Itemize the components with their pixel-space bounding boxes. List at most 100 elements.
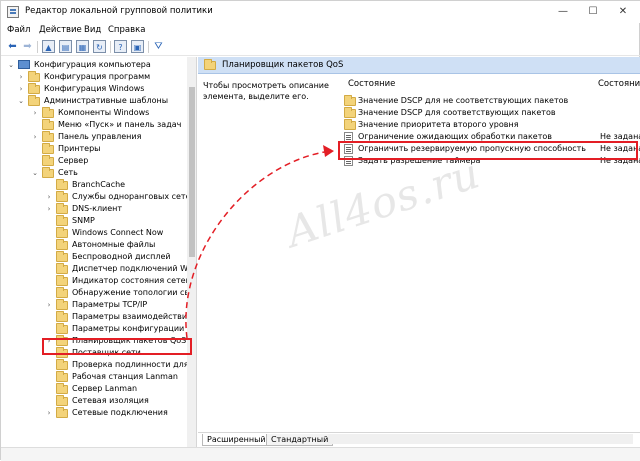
chevron-right-icon[interactable] xyxy=(45,383,53,395)
chevron-right-icon[interactable]: › xyxy=(45,299,53,311)
folder-icon xyxy=(28,71,40,82)
chevron-down-icon[interactable]: ⌄ xyxy=(7,59,15,71)
chevron-right-icon[interactable] xyxy=(45,323,53,335)
vertical-scrollbar[interactable] xyxy=(187,57,196,461)
highlight-frame-setting xyxy=(338,141,638,160)
chevron-right-icon[interactable]: › xyxy=(17,83,25,95)
column-header-state[interactable]: Состояние xyxy=(598,79,640,89)
chevron-right-icon[interactable] xyxy=(45,215,53,227)
tree-item-label: Индикатор состояния сетевог xyxy=(72,276,197,285)
tree-item-label: Сервер xyxy=(58,156,89,165)
tree-item[interactable]: Сетевая изоляция xyxy=(1,395,187,407)
tree-item-label: Компоненты Windows xyxy=(58,108,150,117)
chevron-right-icon[interactable]: › xyxy=(31,107,39,119)
tree-item[interactable]: › Панель управления xyxy=(1,131,187,143)
chevron-right-icon[interactable]: › xyxy=(31,131,39,143)
chevron-right-icon[interactable] xyxy=(45,227,53,239)
menu-view[interactable]: Вид xyxy=(84,25,101,35)
refresh-icon[interactable]: ↻ xyxy=(93,40,106,53)
chevron-right-icon[interactable] xyxy=(45,251,53,263)
tree-item[interactable]: Автономные файлы xyxy=(1,239,187,251)
filter-icon[interactable]: ⛛ xyxy=(152,40,165,53)
tree-item[interactable]: › Компоненты Windows xyxy=(1,107,187,119)
folder-up-icon[interactable]: ▲ xyxy=(42,40,55,53)
tree-item[interactable]: Параметры взаимодействия к xyxy=(1,311,196,323)
chevron-right-icon[interactable] xyxy=(45,239,53,251)
chevron-right-icon[interactable] xyxy=(45,287,53,299)
tab-extended[interactable]: Расширенный xyxy=(202,434,271,446)
chevron-right-icon[interactable] xyxy=(45,263,53,275)
scrollbar-thumb[interactable] xyxy=(189,87,195,257)
tree-item[interactable]: ⌄ Административные шаблоны xyxy=(1,95,187,107)
menu-file[interactable]: Файл xyxy=(7,25,30,35)
folder-icon xyxy=(56,191,68,202)
tree-item[interactable]: Сервер xyxy=(1,155,187,167)
folder-icon xyxy=(56,323,68,334)
chevron-right-icon[interactable]: › xyxy=(17,71,25,83)
toolbar-separator xyxy=(110,41,111,53)
menu-action[interactable]: Действие xyxy=(39,25,82,35)
tree-item[interactable]: › Службы одноранговых сетей xyxy=(1,191,196,203)
tree-item-label: Сервер Lanman xyxy=(72,384,138,393)
tree-item[interactable]: › Конфигурация программ xyxy=(1,71,187,83)
tree-item[interactable]: Windows Connect Now xyxy=(1,227,187,239)
tree-item[interactable]: ⌄ Сеть xyxy=(1,167,187,179)
chevron-right-icon[interactable] xyxy=(45,359,53,371)
arrow-right-icon[interactable]: ➡ xyxy=(21,40,34,53)
tree-item[interactable]: › Параметры TCP/IP xyxy=(1,299,187,311)
help-icon[interactable]: ? xyxy=(114,40,127,53)
chevron-right-icon[interactable] xyxy=(45,371,53,383)
setting-folder-row[interactable]: Значение DSCP для не соответствующих пак… xyxy=(344,95,640,107)
tree-item[interactable]: Меню «Пуск» и панель задач xyxy=(1,119,187,131)
chevron-down-icon[interactable]: ⌄ xyxy=(17,95,25,107)
window-title: Редактор локальной групповой политики xyxy=(25,6,213,16)
title-bar: Редактор локальной групповой политики — … xyxy=(1,1,640,23)
close-button[interactable]: ✕ xyxy=(608,1,638,23)
folder-icon xyxy=(56,359,68,370)
tree-item[interactable]: › DNS-клиент xyxy=(1,203,187,215)
chevron-right-icon[interactable] xyxy=(45,395,53,407)
horizontal-scrollbar[interactable] xyxy=(328,434,633,444)
tree-item[interactable]: Обнаружение топологии связ xyxy=(1,287,196,299)
chevron-right-icon[interactable] xyxy=(31,155,39,167)
tree-item[interactable]: Принтеры xyxy=(1,143,187,155)
tree-item[interactable]: › Конфигурация Windows xyxy=(1,83,187,95)
tree-item[interactable]: ⌄ Конфигурация компьютера xyxy=(1,59,187,71)
tree-item[interactable]: Сервер Lanman xyxy=(1,383,187,395)
chevron-right-icon[interactable] xyxy=(31,119,39,131)
tree-item-label: Обнаружение топологии связ xyxy=(72,288,197,297)
tree-item[interactable]: Рабочая станция Lanman xyxy=(1,371,187,383)
content-header: Планировщик пакетов QoS xyxy=(198,57,640,74)
chevron-right-icon[interactable]: › xyxy=(45,191,53,203)
tree-item[interactable]: Диспетчер подключений Win xyxy=(1,263,195,275)
column-header-name[interactable]: Состояние xyxy=(348,79,395,89)
export-list-icon[interactable]: ▦ xyxy=(76,40,89,53)
chevron-right-icon[interactable] xyxy=(31,143,39,155)
tree-item[interactable]: Беспроводной дисплей xyxy=(1,251,187,263)
minimize-button[interactable]: — xyxy=(548,1,578,23)
chevron-right-icon[interactable]: › xyxy=(45,203,53,215)
chevron-right-icon[interactable]: › xyxy=(45,407,53,419)
chevron-right-icon[interactable] xyxy=(45,311,53,323)
tab-standard[interactable]: Стандартный xyxy=(266,434,334,446)
folder-icon xyxy=(56,371,68,382)
setting-folder-row[interactable]: Значение приоритета второго уровня xyxy=(344,119,640,131)
arrow-left-icon[interactable]: ⬅ xyxy=(6,40,19,53)
tree-item[interactable]: Проверка подлинности для те xyxy=(1,359,196,371)
folder-icon xyxy=(56,239,68,250)
tree-item[interactable]: SNMP xyxy=(1,215,187,227)
folder-icon xyxy=(56,215,68,226)
properties-icon[interactable]: ▣ xyxy=(131,40,144,53)
tree-item[interactable]: BranchCache xyxy=(1,179,187,191)
tree-item[interactable]: Индикатор состояния сетевог xyxy=(1,275,196,287)
setting-folder-row[interactable]: Значение DSCP для соответствующих пакето… xyxy=(344,107,640,119)
tree-item[interactable]: Параметры конфигурации SS xyxy=(1,323,196,335)
chevron-right-icon[interactable] xyxy=(45,179,53,191)
tree-item[interactable]: › Сетевые подключения xyxy=(1,407,187,419)
chevron-down-icon[interactable]: ⌄ xyxy=(31,167,39,179)
menu-help[interactable]: Справка xyxy=(108,25,145,35)
tree-item-label: Панель управления xyxy=(58,132,142,141)
chevron-right-icon[interactable] xyxy=(45,275,53,287)
maximize-button[interactable]: ☐ xyxy=(578,1,608,23)
show-hide-tree-icon[interactable]: ▤ xyxy=(59,40,72,53)
